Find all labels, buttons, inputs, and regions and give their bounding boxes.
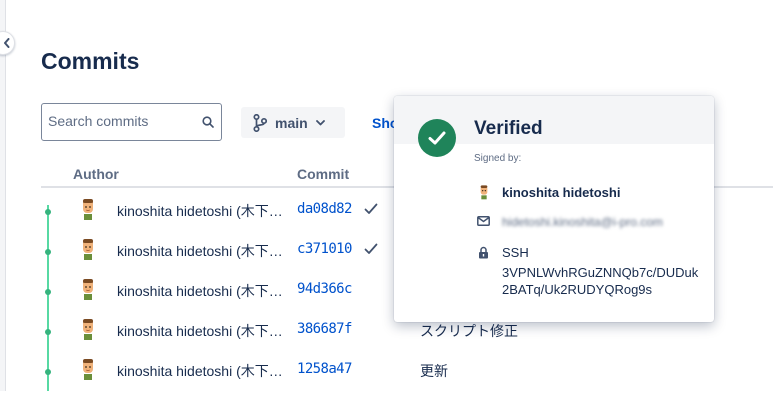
lock-icon (479, 246, 488, 259)
chevron-down-icon (315, 119, 325, 125)
commit-graph-node (45, 249, 51, 255)
commit-hash-link[interactable]: 1258a47 (297, 361, 352, 377)
chevron-left-icon (4, 38, 10, 48)
author-avatar[interactable] (79, 277, 97, 301)
check-icon[interactable] (364, 243, 378, 255)
signer-name: kinoshita hidetoshi (502, 185, 621, 200)
search-input[interactable] (48, 113, 193, 129)
author-avatar[interactable] (79, 357, 97, 381)
commit-graph-node (45, 329, 51, 335)
branch-label: main (275, 114, 308, 131)
author-name: kinoshita hidetoshi (木下… (117, 243, 283, 259)
check-circle-icon (418, 119, 456, 157)
author-name: kinoshita hidetoshi (木下… (117, 323, 283, 339)
page-title: Commits (41, 48, 140, 74)
commit-graph-node (45, 289, 51, 295)
branch-selector-button[interactable]: main (241, 107, 345, 138)
commit-graph-node (45, 209, 51, 215)
git-branch-icon (253, 113, 267, 132)
signer-avatar (480, 185, 488, 200)
author-avatar[interactable] (79, 197, 97, 221)
check-icon[interactable] (364, 203, 378, 215)
author-avatar[interactable] (79, 317, 97, 341)
commit-message: 更新 (420, 363, 448, 379)
mail-icon (477, 216, 490, 226)
column-header-commit: Commit (297, 166, 350, 182)
commit-message: スクリプト修正 (420, 323, 518, 339)
search-commits-field[interactable] (41, 103, 222, 141)
popover-title: Verified (474, 118, 543, 139)
collapse-sidebar-button[interactable] (0, 31, 15, 55)
search-icon[interactable] (202, 116, 214, 128)
signature-key-fingerprint: 3VPNLWvhRGuZNNQb7c/DUDuk2BATq/Uk2RUDYQRo… (502, 265, 699, 297)
verified-signature-popover: Verified Signed by: kinoshita hidetoshi … (394, 96, 714, 322)
column-header-author: Author (73, 166, 119, 182)
commit-hash-link[interactable]: 386687f (297, 321, 352, 337)
signer-email: hidetoshi.kinoshita@i-pro.com (502, 215, 663, 229)
author-name: kinoshita hidetoshi (木下… (117, 203, 283, 219)
commit-graph-node (45, 369, 51, 375)
commit-hash-link[interactable]: da08d82 (297, 201, 352, 217)
signature-key-type: SSH (502, 245, 529, 260)
author-name: kinoshita hidetoshi (木下… (117, 283, 283, 299)
author-avatar[interactable] (79, 237, 97, 261)
author-name: kinoshita hidetoshi (木下… (117, 363, 283, 379)
commit-hash-link[interactable]: c371010 (297, 241, 352, 257)
signed-by-label: Signed by: (474, 153, 522, 164)
commit-row: kinoshita hidetoshi (木下… 1258a47 更新 (0, 355, 773, 395)
commit-hash-link[interactable]: 94d366c (297, 281, 352, 297)
